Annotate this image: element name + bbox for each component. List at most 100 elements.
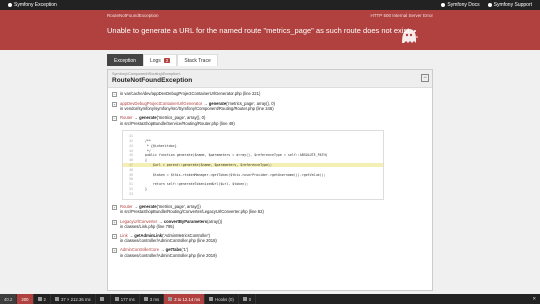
frame-toggle-icon[interactable]: + (112, 233, 117, 239)
frame-toggle-icon[interactable]: + (112, 248, 117, 254)
symfony-logo-icon (8, 3, 12, 7)
response-status: 200 (21, 296, 29, 302)
line-number: 50 (129, 177, 133, 182)
cache-label: 3 to 12.14 ms (174, 296, 201, 302)
tab-stack-trace-label: Stack Trace (184, 57, 211, 64)
exception-namespace: Symfony\Component\Routing\Exception\ (112, 72, 181, 76)
frame-file: in classes/controller/AdminController.ph… (120, 252, 217, 258)
trace-frame[interactable]: − in var/cache/dev/appDevDebugProjectCon… (112, 91, 428, 97)
line-number: 42 (129, 139, 133, 143)
symfony-support-link[interactable]: Symfony Support (487, 2, 532, 8)
code-text: */ (137, 148, 151, 153)
toolbar-hooks[interactable]: Hooks (0) (205, 294, 239, 304)
frame-function: getTabs (165, 247, 182, 253)
forms-icon (143, 297, 148, 301)
toolbar-status[interactable]: 40.2 (0, 294, 18, 304)
tab-stack-trace[interactable]: Stack Trace (177, 54, 218, 66)
exception-panel: Symfony\Component\Routing\Exception\ Rou… (107, 69, 433, 291)
logs-count-badge: 2 (163, 58, 171, 63)
timing-label: 37 × 212.36 ms (60, 296, 91, 302)
toolbar-user[interactable] (96, 294, 111, 304)
toolbar-response[interactable]: 200 (17, 294, 34, 304)
trace-frame[interactable]: + Router → generate('metrics_page', arra… (112, 204, 428, 214)
version-icon (37, 297, 42, 301)
line-number: 48 (129, 167, 133, 172)
toolbar-forms[interactable]: 3 ms (140, 294, 165, 304)
frame-toggle-icon[interactable]: + (112, 102, 117, 107)
http-status: HTTP 500 Internal Server Error (370, 13, 433, 18)
twig-label: 0 (248, 296, 252, 302)
frame-file: in var/cache/dev/appDevDebugProjectConta… (120, 91, 261, 96)
line-number: 51 (129, 182, 133, 187)
toolbar-memory[interactable]: 177 ms (111, 294, 140, 304)
docs-label: Symfony Docs (447, 2, 480, 8)
frame-function: convertByParameters (163, 218, 208, 224)
line-number: 46 (129, 158, 133, 163)
trace-frame[interactable]: + AdminControllerCore → getTabs('1') in … (112, 247, 428, 258)
exception-class: RouteNotFoundException (112, 77, 193, 84)
toolbar-close-button[interactable]: ✕ (528, 294, 540, 304)
line-number: 49 (129, 172, 133, 177)
line-number: 47 (129, 162, 133, 167)
toolbar-version[interactable]: 2 (34, 294, 51, 304)
frame-file: in src/PrestaShopBundle/Routing/Converte… (120, 209, 264, 215)
hooks-icon (209, 297, 214, 301)
tab-exception-label: Exception (114, 57, 136, 64)
code-text: * {@inheritdoc} (137, 143, 177, 148)
code-text: return self::generateTokenizedUrl($url, … (137, 182, 249, 187)
frame-toggle-icon[interactable]: − (112, 92, 117, 97)
trace-frame[interactable]: + LegacyUrlConverter → convertByParamete… (112, 219, 428, 229)
trace-frame[interactable]: − Router → generate('metrics_page', arra… (112, 115, 428, 126)
tab-logs-label: Logs (149, 57, 161, 64)
version-label: 2 (43, 296, 46, 302)
hooks-label: Hooks (0) (215, 296, 234, 302)
cache-icon (168, 297, 173, 301)
toolbar-twig[interactable]: 0 (239, 294, 257, 304)
exception-class-name: RouteNotFoundException (107, 13, 159, 18)
trace-frame[interactable]: + appDevDebugProjectContainerUrlGenerato… (112, 101, 428, 111)
exception-header: RouteNotFoundException HTTP 500 Internal… (0, 10, 540, 50)
frame-class: AdminControllerCore (120, 247, 160, 253)
collapse-toggle[interactable]: − (421, 74, 429, 82)
timer-icon (54, 297, 59, 301)
trace-frames: − in var/cache/dev/appDevDebugProjectCon… (108, 88, 432, 265)
frame-args: (array()) (207, 218, 223, 224)
frame-toggle-icon[interactable]: + (112, 205, 117, 211)
docs-icon (441, 3, 446, 7)
line-number: 43 (129, 143, 133, 148)
line-number: 53 (129, 191, 133, 196)
frame-file: in src/PrestaShopBundle/Service/Routing/… (120, 120, 235, 126)
frame-args: ('1') (181, 247, 189, 253)
frame-toggle-icon[interactable]: + (112, 219, 117, 225)
forms-label: 3 ms (149, 296, 160, 302)
user-icon (99, 297, 104, 301)
frame-toggle-icon[interactable]: − (112, 116, 117, 122)
frame-file: in vendor/symfony/symfony/src/Symfony/Co… (120, 106, 274, 112)
code-text: public function generate($name, $paramet… (137, 153, 328, 158)
ghost-icon (402, 29, 418, 43)
code-text: /** (137, 139, 151, 143)
tab-bar: Exception Logs 2 Stack Trace (107, 54, 218, 66)
frame-class: LegacyUrlConverter (120, 218, 158, 224)
trace-frame[interactable]: + Link → getAdminLink('AdminMetricsContr… (112, 233, 428, 243)
frame-file: in classes/controller/AdminController.ph… (120, 238, 217, 244)
frame-function: generate (139, 115, 157, 121)
code-text: $token = $this->tokenManager->getToken($… (137, 172, 326, 177)
support-icon (487, 3, 492, 7)
code-text: $url = parent::generate($name, $paramete… (137, 162, 272, 167)
code-text: { (137, 158, 147, 163)
code-excerpt: 41 42 /** 43 * {@inheritdoc} 44 */ 45 public… (122, 129, 384, 201)
toolbar-timing[interactable]: 37 × 212.36 ms (51, 294, 96, 304)
exception-panel-header: Symfony\Component\Routing\Exception\ Rou… (108, 70, 432, 88)
tab-exception[interactable]: Exception (107, 54, 143, 66)
frame-args: ('metrics_page', array(), 0) (156, 115, 206, 121)
symfony-brand: Symfony Exception (8, 2, 57, 8)
code-text: } (137, 186, 147, 191)
top-bar: Symfony Exception Symfony Docs Symfony S… (0, 0, 540, 10)
tab-logs[interactable]: Logs 2 (142, 54, 178, 66)
frame-class: Router (120, 115, 133, 121)
symfony-docs-link[interactable]: Symfony Docs (441, 2, 480, 8)
line-number: 45 (129, 153, 133, 158)
support-label: Symfony Support (493, 2, 532, 8)
toolbar-cache[interactable]: 3 to 12.14 ms (164, 294, 206, 304)
